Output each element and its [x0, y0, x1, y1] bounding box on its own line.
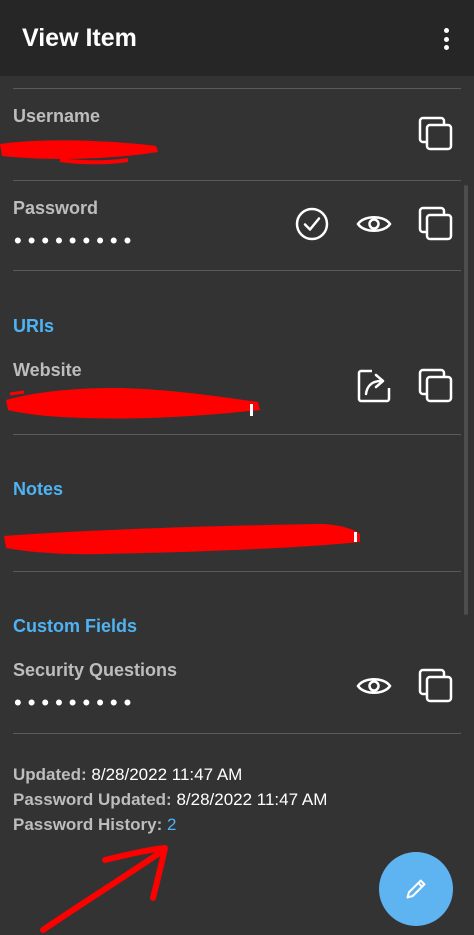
divider — [13, 733, 461, 734]
uris-section-title: URIs — [13, 316, 55, 336]
annotation-arrow — [40, 845, 168, 933]
password-history-label: Password History: — [13, 815, 163, 834]
edit-item-button[interactable] — [379, 852, 453, 926]
website-label: Website — [13, 360, 82, 380]
divider — [13, 88, 461, 89]
notes-section-title: Notes — [13, 479, 64, 499]
scrollbar[interactable] — [464, 185, 468, 615]
pencil-icon — [406, 879, 426, 899]
updated-info: Updated: 8/28/2022 11:47 AM — [13, 765, 242, 785]
copy-website-icon[interactable] — [416, 366, 456, 406]
divider — [13, 180, 461, 181]
divider — [13, 434, 461, 435]
copy-security-questions-icon[interactable] — [416, 666, 456, 706]
copy-password-icon[interactable] — [416, 204, 456, 244]
more-options-icon[interactable] — [436, 24, 456, 54]
password-history-link[interactable]: 2 — [167, 815, 176, 834]
password-updated-value: 8/28/2022 11:47 AM — [176, 790, 328, 809]
security-questions-value: ••••••••• — [14, 690, 138, 715]
redacted-notes — [4, 524, 360, 555]
toggle-security-questions-visibility-icon[interactable] — [354, 666, 394, 706]
password-updated-info: Password Updated: 8/28/2022 11:47 AM — [13, 790, 327, 810]
divider — [13, 571, 461, 572]
username-label: Username — [13, 106, 101, 126]
check-password-icon[interactable] — [292, 204, 332, 244]
copy-username-icon[interactable] — [416, 114, 456, 154]
app-bar: View Item — [0, 0, 474, 76]
custom-fields-section-title: Custom Fields — [13, 616, 138, 636]
security-questions-label: Security Questions — [13, 660, 178, 680]
password-label: Password — [13, 198, 99, 218]
password-history-info: Password History: 2 — [13, 815, 176, 835]
divider — [13, 270, 461, 271]
redacted-website — [6, 388, 260, 419]
password-value: ••••••••• — [14, 228, 138, 253]
redacted-username — [0, 140, 158, 165]
password-updated-label: Password Updated: — [13, 790, 172, 809]
updated-value: 8/28/2022 11:47 AM — [91, 765, 243, 784]
launch-website-icon[interactable] — [354, 366, 394, 406]
page-title: View Item — [22, 24, 137, 52]
updated-label: Updated: — [13, 765, 87, 784]
toggle-password-visibility-icon[interactable] — [354, 204, 394, 244]
